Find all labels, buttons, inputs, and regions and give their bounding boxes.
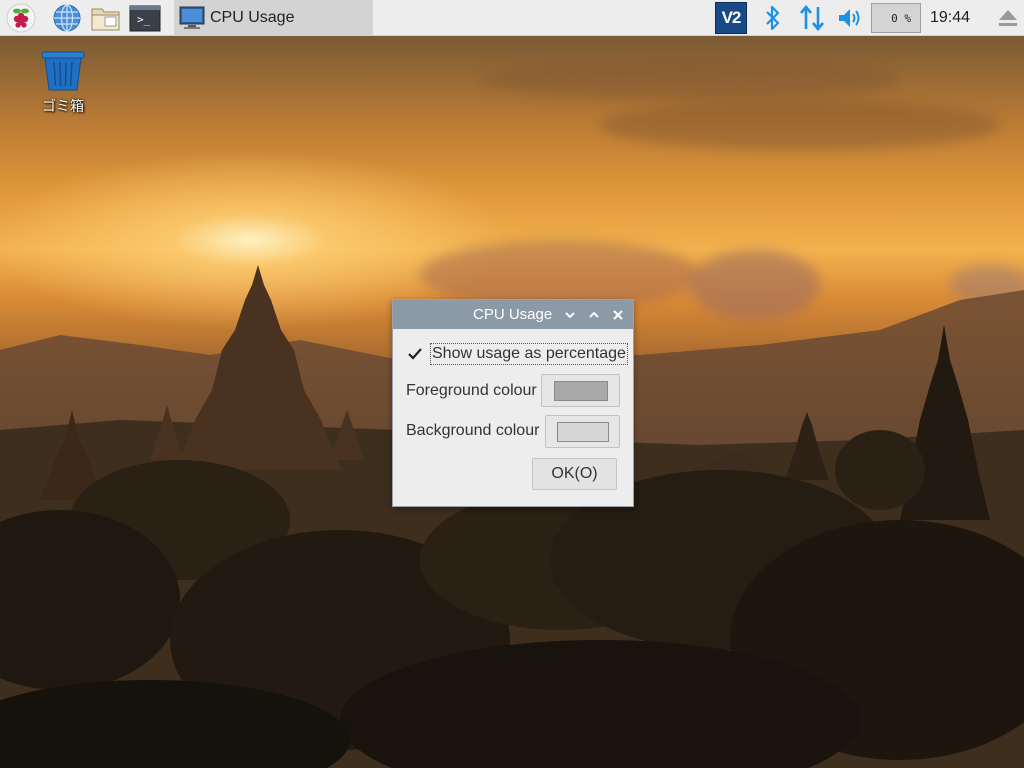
volume-button[interactable] (834, 2, 866, 34)
show-percentage-checkbox[interactable] (408, 347, 422, 361)
show-percentage-option[interactable]: Show usage as percentage (404, 342, 628, 368)
vnc-icon: V2 (715, 2, 747, 34)
terminal-prompt-glyph: >_ (137, 13, 151, 26)
ok-button[interactable]: OK(O) (532, 458, 617, 490)
cpu-usage-dialog: CPU Usage Show usage as percentage Foreg… (392, 299, 634, 507)
cpu-usage-monitor[interactable]: 0 % (871, 3, 921, 33)
eject-button[interactable] (992, 2, 1024, 34)
vnc-server-button[interactable]: V2 (714, 2, 748, 34)
ok-button-label: OK(O) (551, 465, 598, 482)
bluetooth-button[interactable] (757, 2, 789, 34)
clock[interactable]: 19:44 (930, 0, 970, 36)
terminal-button[interactable]: >_ (129, 2, 161, 34)
eject-icon (999, 10, 1017, 26)
monitor-icon (179, 6, 205, 29)
chevron-down-icon (565, 312, 575, 319)
foreground-colour-label: Foreground colour (406, 382, 537, 399)
web-browser-button[interactable] (51, 2, 83, 34)
taskbar-window-title: CPU Usage (210, 9, 295, 26)
background-colour-button[interactable] (545, 415, 620, 448)
chevron-up-icon (589, 311, 599, 318)
network-button[interactable] (796, 2, 828, 34)
background-colour-swatch (556, 421, 609, 442)
speaker-icon (839, 9, 860, 27)
close-button[interactable] (609, 306, 627, 324)
trash-label: ゴミ箱 (42, 99, 84, 115)
folder-icon (91, 8, 120, 31)
taskbar-window-cpu-usage[interactable]: CPU Usage (174, 0, 373, 36)
foreground-colour-button[interactable] (541, 374, 620, 407)
cpu-usage-value: 0 % (891, 11, 911, 25)
minimize-button[interactable] (561, 306, 579, 324)
web-browser-icon (53, 4, 81, 32)
background-colour-label: Background colour (406, 422, 540, 439)
close-icon (613, 310, 623, 320)
raspberry-menu-icon (6, 3, 36, 33)
maximize-button[interactable] (585, 306, 603, 324)
vnc-icon-label: V2 (721, 8, 742, 27)
clock-time: 19:44 (930, 9, 971, 26)
desktop: >_ CPU Usage V2 0 % 19:44 ゴミ箱 CPU Usage … (0, 0, 1024, 768)
dialog-title: CPU Usage (473, 306, 553, 323)
file-manager-button[interactable] (90, 2, 122, 34)
foreground-colour-swatch (553, 380, 608, 401)
network-arrows-icon (800, 4, 824, 32)
taskbar: >_ CPU Usage V2 0 % 19:44 (0, 0, 1024, 36)
desktop-trash[interactable]: ゴミ箱 (34, 50, 92, 116)
show-percentage-label: Show usage as percentage (430, 343, 628, 365)
dialog-titlebar[interactable]: CPU Usage (393, 300, 633, 329)
raspberry-menu-button[interactable] (5, 2, 37, 34)
trash-icon (41, 51, 85, 91)
bluetooth-icon (766, 5, 780, 31)
